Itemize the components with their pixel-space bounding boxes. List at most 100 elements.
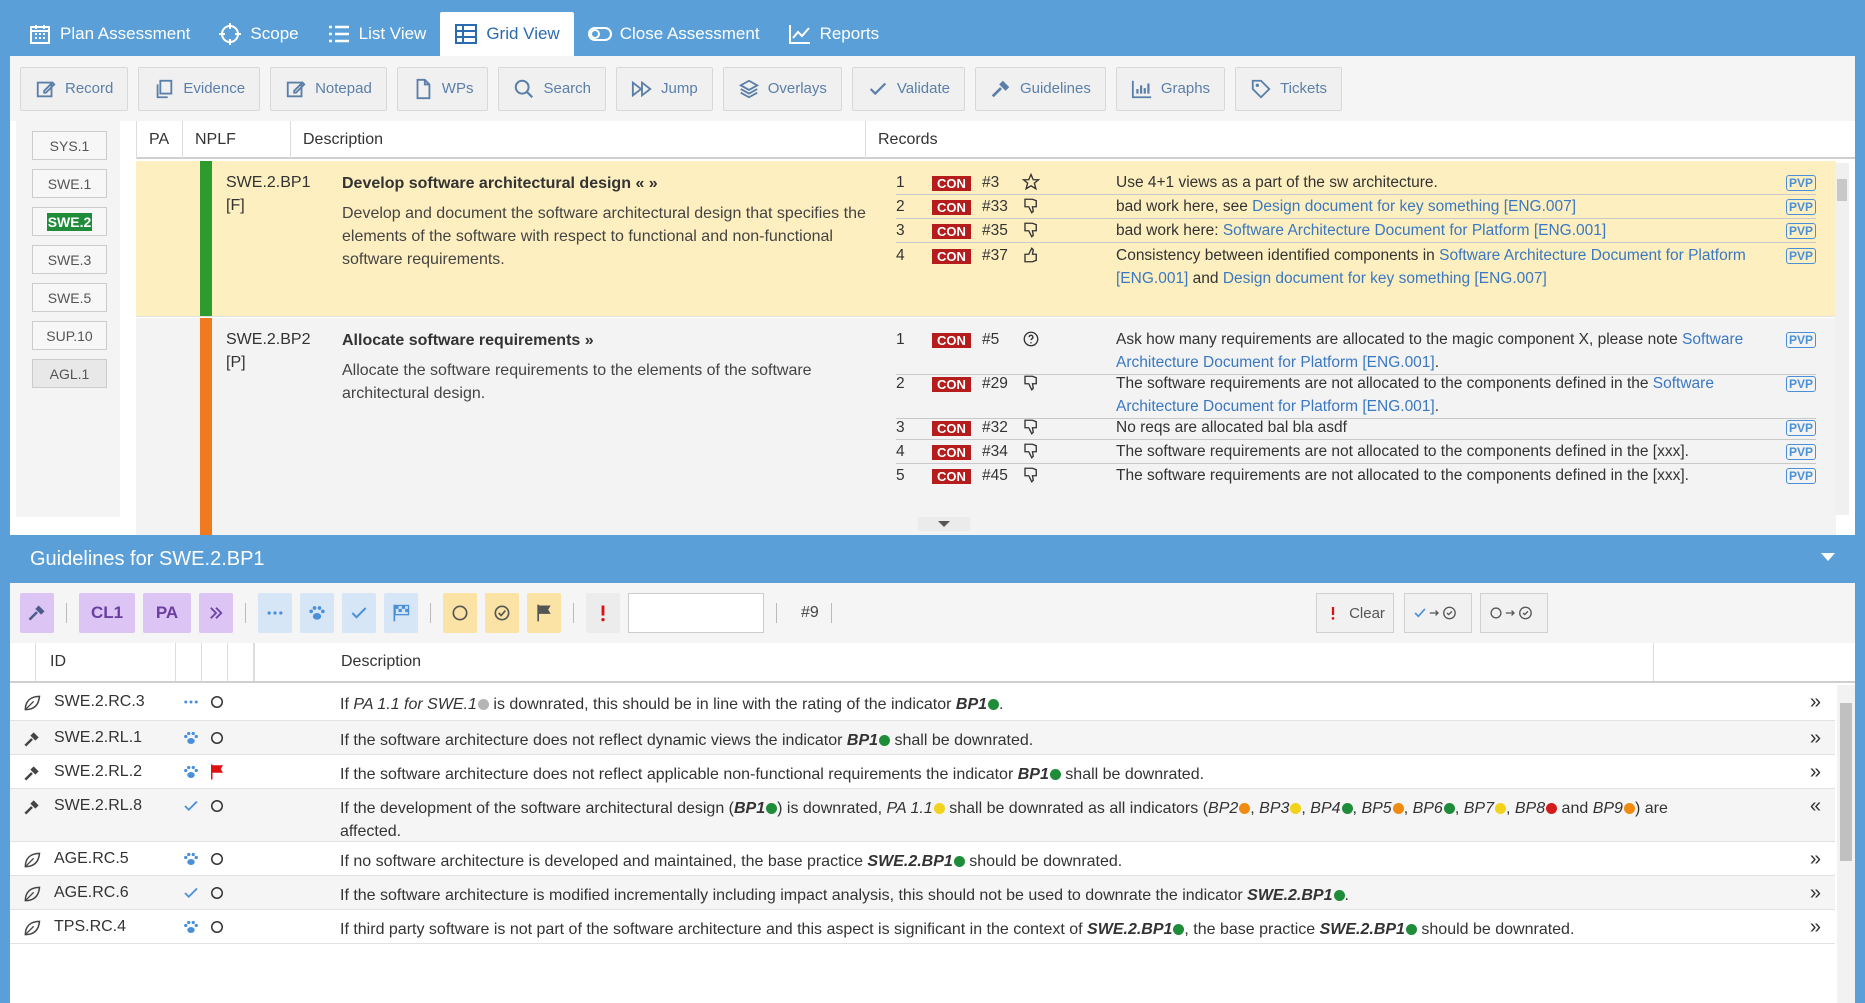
thumbs-down-icon[interactable] <box>1022 221 1040 239</box>
guideline-row[interactable]: SWE.2.RL.1 If the software architecture … <box>10 721 1835 755</box>
pvp-badge[interactable]: PVP <box>1786 468 1817 484</box>
guideline-row[interactable]: SWE.2.RL.8 If the development of the sof… <box>10 789 1835 842</box>
record-id: #34 <box>982 443 1008 460</box>
process-swe-2[interactable]: SWE.2 <box>32 207 107 236</box>
expand-icon[interactable]: » <box>1810 727 1821 750</box>
thumbs-down-icon[interactable] <box>1022 466 1040 484</box>
bp2-row[interactable]: SWE.2.BP2 [P] Allocate software requirem… <box>136 318 1836 535</box>
collapse-row-icon[interactable]: « <box>1810 795 1821 818</box>
hammer-icon <box>24 732 39 747</box>
jump-button[interactable]: Jump <box>616 66 713 111</box>
pvp-badge[interactable]: PVP <box>1786 199 1817 215</box>
process-swe-3[interactable]: SWE.3 <box>32 245 107 274</box>
thumbs-up-icon[interactable] <box>1022 246 1040 264</box>
graphs-button[interactable]: Graphs <box>1115 66 1226 111</box>
guideline-row[interactable]: AGE.RC.6 If the software architecture is… <box>10 876 1835 910</box>
circle-filter-button[interactable] <box>443 593 477 633</box>
overlays-button[interactable]: Overlays <box>722 66 842 111</box>
circle-icon[interactable] <box>208 693 226 711</box>
check-to-done-button[interactable] <box>1404 593 1472 633</box>
check-filter-button[interactable] <box>342 593 376 633</box>
expand-icon[interactable]: » <box>1810 848 1821 871</box>
guidelines-filter-bar: CL1 PA #9 Clear <box>10 583 1855 643</box>
guideline-row[interactable]: SWE.2.RL.2 If the software architecture … <box>10 755 1835 789</box>
bp1-row[interactable]: SWE.2.BP1 [F] Develop software architect… <box>136 161 1836 317</box>
evidence-button[interactable]: Evidence <box>138 66 261 111</box>
record-button[interactable]: Record <box>20 66 129 111</box>
clear-button[interactable]: Clear <box>1316 593 1394 633</box>
desc-italic: BP9 <box>1592 800 1623 817</box>
cl1-filter-button[interactable]: CL1 <box>79 593 135 633</box>
tab-scope[interactable]: Scope <box>204 12 312 56</box>
pvp-badge[interactable]: PVP <box>1786 223 1817 239</box>
guideline-row[interactable]: TPS.RC.4 If third party software is not … <box>10 910 1835 944</box>
expand-icon[interactable]: » <box>1810 916 1821 939</box>
circle-icon[interactable] <box>208 797 226 815</box>
chevron-right-filter-button[interactable] <box>199 593 233 633</box>
dots-filter-button[interactable] <box>258 593 292 633</box>
document-link[interactable]: Software Architecture Document for Platf… <box>1223 222 1606 239</box>
pvp-badge[interactable]: PVP <box>1786 420 1817 436</box>
guideline-filter-input[interactable] <box>628 593 764 633</box>
guideline-row[interactable]: AGE.RC.5 If no software architecture is … <box>10 842 1835 876</box>
clear-label: Clear <box>1349 604 1385 622</box>
notepad-button[interactable]: Notepad <box>270 66 387 111</box>
search-button[interactable]: Search <box>498 66 606 111</box>
expand-icon[interactable]: » <box>1810 761 1821 784</box>
pvp-badge[interactable]: PVP <box>1786 248 1817 264</box>
thumbs-down-icon[interactable] <box>1022 442 1040 460</box>
expand-arrows[interactable]: » <box>585 332 594 349</box>
expand-icon[interactable]: » <box>1810 691 1821 714</box>
expand-arrows[interactable]: « » <box>635 175 657 192</box>
guidelines-scrollbar[interactable] <box>1837 685 1855 1003</box>
document-link[interactable]: Design document for key something [ENG.0… <box>1223 270 1547 287</box>
tab-plan-assessment[interactable]: Plan Assessment <box>14 12 204 56</box>
star-icon[interactable] <box>1022 173 1040 191</box>
tab-grid-view[interactable]: Grid View <box>440 12 574 56</box>
flag-filter-button[interactable] <box>527 593 561 633</box>
check-circle-filter-button[interactable] <box>485 593 519 633</box>
hammer-filter-button[interactable] <box>20 593 54 633</box>
collapse-icon[interactable] <box>1821 553 1835 561</box>
pvp-badge[interactable]: PVP <box>1786 332 1817 348</box>
guideline-row[interactable]: SWE.2.RC.3 If PA 1.1 for SWE.1 is downra… <box>10 685 1835 721</box>
guidelines-header[interactable]: Guidelines for SWE.2.BP1 <box>10 535 1855 583</box>
grid-scrollbar[interactable] <box>1835 163 1849 515</box>
scroll-thumb[interactable] <box>1837 179 1847 201</box>
circle-icon[interactable] <box>208 884 226 902</box>
thumbs-down-icon[interactable] <box>1022 418 1040 436</box>
circle-icon[interactable] <box>208 850 226 868</box>
pa-filter-button[interactable]: PA <box>143 593 191 633</box>
process-sup-10[interactable]: SUP.10 <box>32 321 107 350</box>
tab-close-assessment[interactable]: Close Assessment <box>574 12 774 56</box>
thumbs-down-icon[interactable] <box>1022 374 1040 392</box>
more-rows-indicator[interactable] <box>918 517 970 531</box>
process-agl-1[interactable]: AGL.1 <box>32 359 107 388</box>
wps-button[interactable]: WPs <box>396 66 489 111</box>
question-icon[interactable] <box>1022 330 1040 348</box>
process-swe-5[interactable]: SWE.5 <box>32 283 107 312</box>
exclamation-filter-button[interactable] <box>586 593 620 633</box>
desc-text: , <box>1301 800 1311 817</box>
validate-button[interactable]: Validate <box>851 66 965 111</box>
record-id: #3 <box>982 174 1000 191</box>
open-to-done-button[interactable] <box>1480 593 1548 633</box>
tab-list-view[interactable]: List View <box>313 12 441 56</box>
tab-reports[interactable]: Reports <box>774 12 894 56</box>
pvp-badge[interactable]: PVP <box>1786 175 1817 191</box>
expand-icon[interactable]: » <box>1810 882 1821 905</box>
pvp-badge[interactable]: PVP <box>1786 444 1817 460</box>
red-flag-icon[interactable] <box>208 763 226 781</box>
process-swe-1[interactable]: SWE.1 <box>32 169 107 198</box>
scroll-thumb[interactable] <box>1840 703 1852 861</box>
circle-icon[interactable] <box>208 729 226 747</box>
checkered-flag-filter-button[interactable] <box>384 593 418 633</box>
document-link[interactable]: Design document for key something [ENG.0… <box>1252 198 1576 215</box>
pvp-badge[interactable]: PVP <box>1786 376 1817 392</box>
guidelines-button[interactable]: Guidelines <box>974 66 1106 111</box>
tickets-button[interactable]: Tickets <box>1235 66 1343 111</box>
paw-filter-button[interactable] <box>300 593 334 633</box>
process-sys-1[interactable]: SYS.1 <box>32 131 107 160</box>
thumbs-down-icon[interactable] <box>1022 197 1040 215</box>
circle-icon[interactable] <box>208 918 226 936</box>
